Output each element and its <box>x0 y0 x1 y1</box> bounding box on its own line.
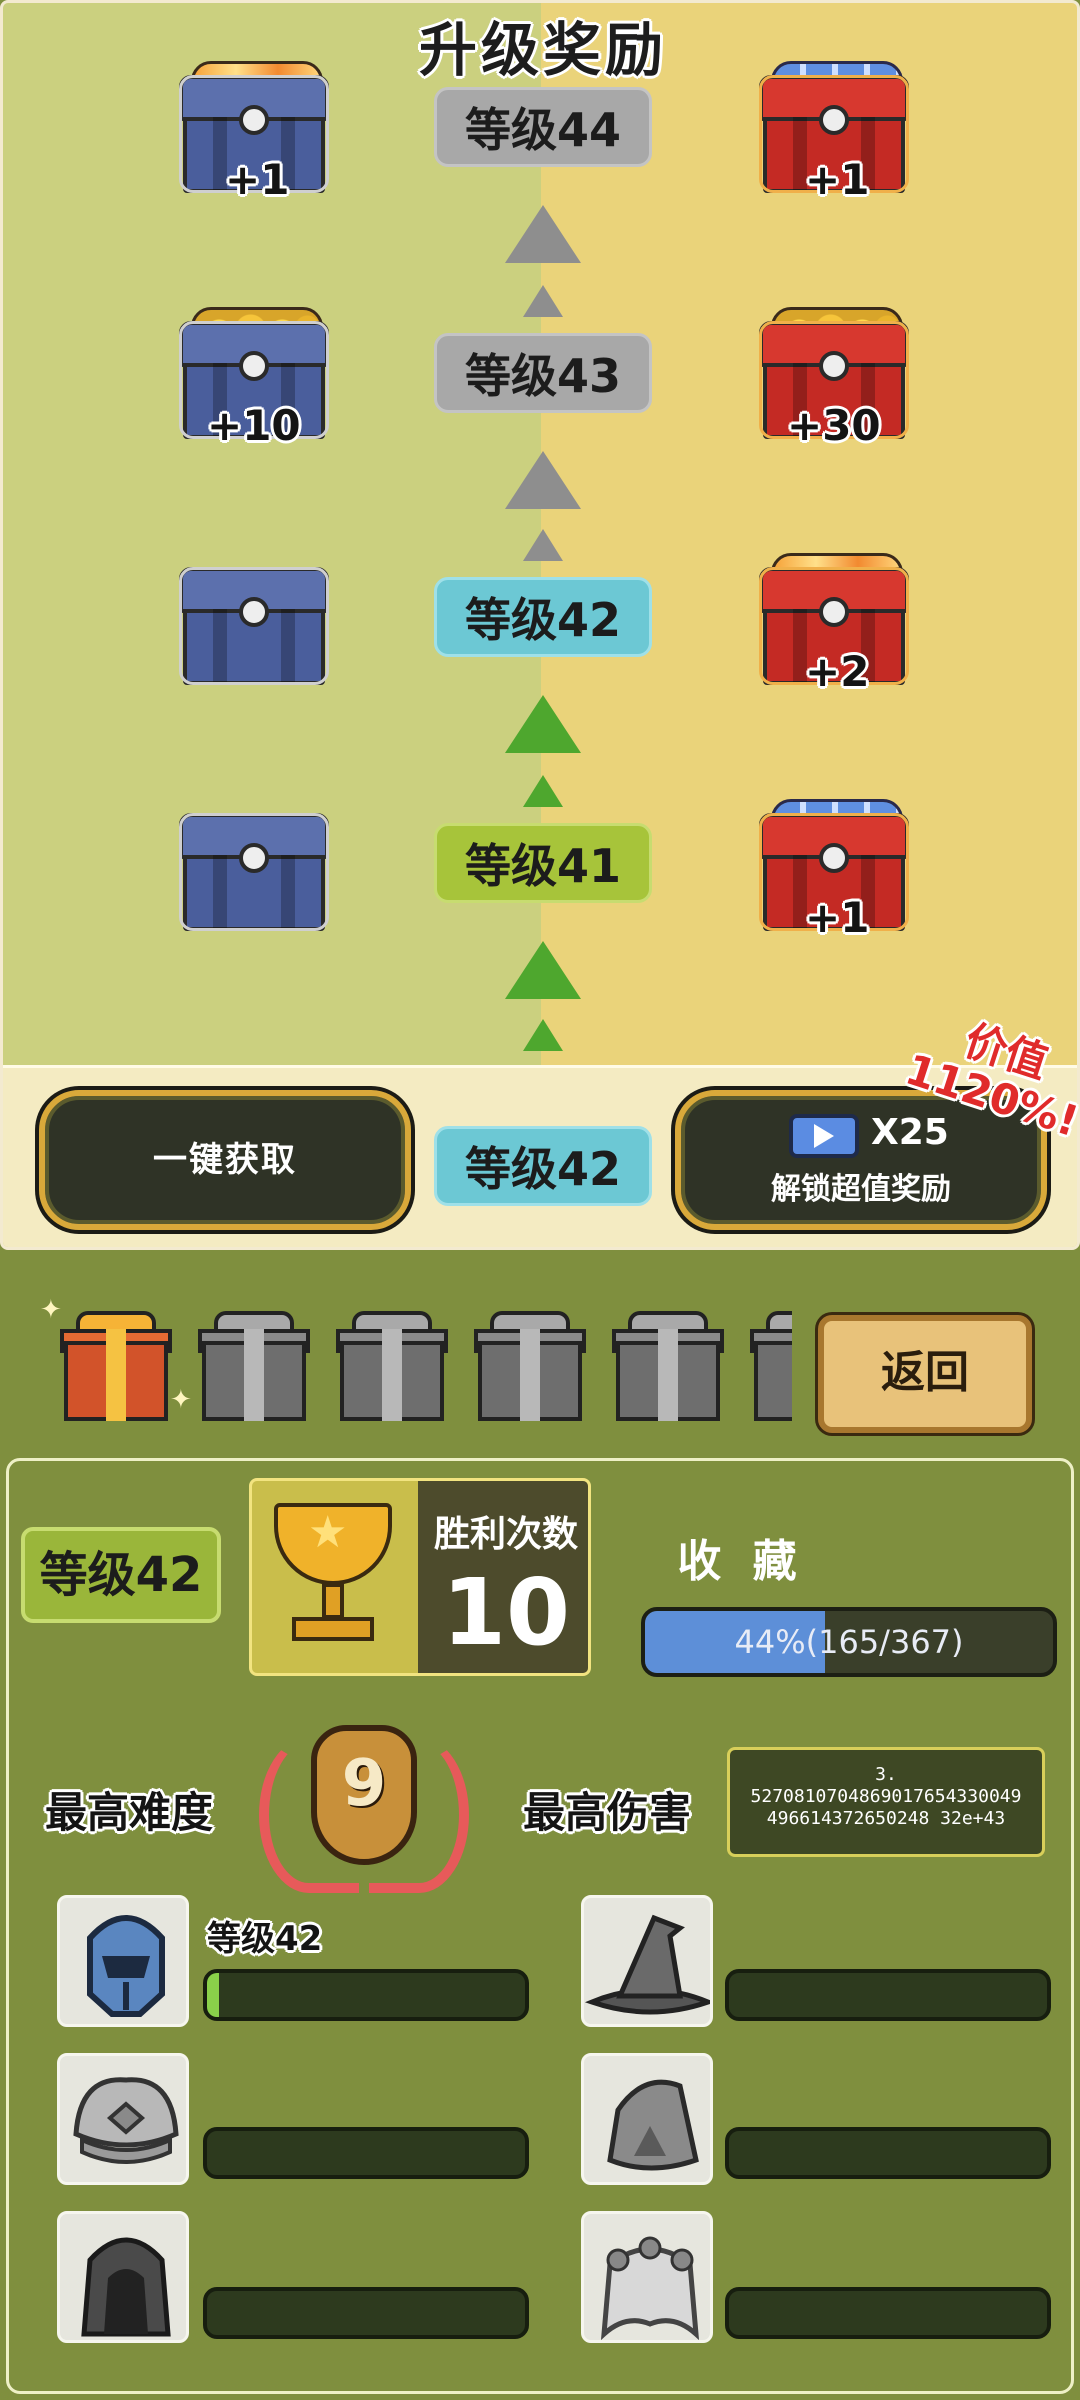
level-pill-43: 等级43 <box>434 333 652 413</box>
dark-hood-icon <box>81 2237 171 2337</box>
current-level-pill: 等级42 <box>434 1126 652 1206</box>
sparkle-icon: ✦ <box>170 1385 192 1415</box>
turban-icon <box>73 2077 179 2164</box>
reward-qty: +30 <box>787 401 881 450</box>
hero-progress-bar <box>725 1969 1051 2021</box>
collection-progress-bar: 44%(165/367) <box>641 1607 1057 1677</box>
knight-helmet-icon <box>87 1915 165 2017</box>
back-button[interactable]: 返回 <box>818 1315 1032 1433</box>
reward-qty: +1 <box>805 893 870 942</box>
max-damage-label: 最高伤害 <box>523 1788 692 1837</box>
up-arrow-icon <box>505 695 581 753</box>
unlock-label: 解锁超值奖励 <box>771 1172 951 1207</box>
premium-reward-chest-41[interactable]: +1 <box>759 799 909 942</box>
gift-box-locked[interactable] <box>336 1311 448 1421</box>
claim-all-button[interactable]: 一键获取 <box>39 1090 411 1230</box>
max-damage-value: 3. 5270810704869017654330049 4966143726502… <box>727 1747 1045 1857</box>
gift-box-locked[interactable] <box>474 1311 586 1421</box>
ranger-hood-icon <box>607 2079 699 2171</box>
page-title: 升级奖励 <box>418 16 667 84</box>
up-arrow-icon <box>523 285 563 317</box>
reward-qty: +1 <box>225 155 290 204</box>
reward-qty: +10 <box>207 401 301 450</box>
hero-slot-flower-veil[interactable] <box>581 2211 713 2343</box>
premium-reward-chest-42[interactable]: +2 <box>759 553 909 696</box>
premium-reward-chest-44[interactable]: +1 <box>759 61 909 204</box>
gift-box-locked[interactable] <box>612 1311 724 1421</box>
free-reward-chest-41[interactable] <box>179 813 329 931</box>
claim-all-label: 一键获取 <box>153 1140 297 1180</box>
max-difficulty-value: 9 <box>341 1747 387 1821</box>
stats-panel: 等级42 ★ 胜利次数 10 收 藏 44%(165/367) 最高难度 9 最… <box>6 1458 1074 2394</box>
star-icon: ★ <box>308 1507 348 1558</box>
unlock-count: X25 <box>871 1112 949 1153</box>
laurel-wreath-icon: 9 <box>253 1717 475 1893</box>
hero-progress-bar <box>725 2287 1051 2339</box>
up-arrow-icon <box>523 529 563 561</box>
hero-progress-fill <box>207 1973 219 2017</box>
hero-slot-ranger[interactable] <box>581 2053 713 2185</box>
hero-progress-bar <box>203 1969 529 2021</box>
free-reward-chest-43[interactable]: +10 <box>179 307 329 450</box>
up-arrow-icon <box>505 451 581 509</box>
hero-progress-bar <box>203 2127 529 2179</box>
hero-progress-bar <box>725 2127 1051 2179</box>
flower-veil-icon <box>600 2236 700 2340</box>
free-reward-chest-42[interactable] <box>179 567 329 685</box>
level-pill-41: 等级41 <box>434 823 652 903</box>
up-arrow-icon <box>523 1019 563 1051</box>
play-icon <box>814 1124 834 1148</box>
gift-box-locked[interactable] <box>198 1311 310 1421</box>
hero-slot-dark-hood[interactable] <box>57 2211 189 2343</box>
up-arrow-icon <box>505 205 581 263</box>
hero-slot-witch[interactable] <box>581 1895 713 2027</box>
reward-qty: +2 <box>805 647 870 696</box>
hero-progress-bar <box>203 2287 529 2339</box>
witch-hat-icon <box>584 1914 710 2015</box>
gift-box-opened[interactable] <box>60 1311 172 1421</box>
hero-slot-knight[interactable] <box>57 1895 189 2027</box>
sparkle-icon: ✦ <box>40 1295 62 1325</box>
premium-reward-chest-43[interactable]: +30 <box>759 307 909 450</box>
hero-level-label: 等级42 <box>207 1919 323 1959</box>
gift-progress-row: ✦ ✦ 返回 <box>0 1255 1080 1445</box>
max-difficulty-label: 最高难度 <box>45 1788 214 1837</box>
player-level-badge: 等级42 <box>21 1527 221 1623</box>
level-pill-44: 等级44 <box>434 87 652 167</box>
hero-slot-turban[interactable] <box>57 2053 189 2185</box>
collection-progress-text: 44%(165/367) <box>734 1623 964 1661</box>
up-arrow-icon <box>523 775 563 807</box>
level-pill-42: 等级42 <box>434 577 652 657</box>
reward-qty: +1 <box>805 155 870 204</box>
up-arrow-icon <box>505 941 581 999</box>
free-reward-chest-44[interactable]: +1 <box>179 61 329 204</box>
gift-box-partial[interactable] <box>750 1311 792 1423</box>
collection-label: 收 藏 <box>677 1536 805 1587</box>
